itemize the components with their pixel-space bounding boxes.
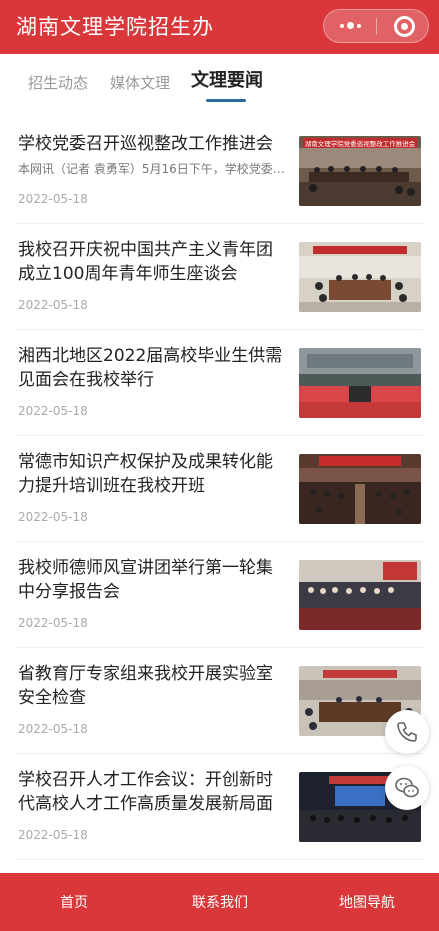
bottom-navigation: 首页 联系我们 地图导航 xyxy=(0,873,439,931)
news-item[interactable]: 湘西北地区2022届高校毕业生供需见面会在我校举行 2022-05-18 xyxy=(16,330,423,436)
news-item[interactable]: 我校召开庆祝中国共产主义青年团成立100周年青年师生座谈会 2022-05-18 xyxy=(16,224,423,330)
news-item[interactable]: 省教育厅专家组来我校开展实验室安全检查 2022-05-18 xyxy=(16,648,423,754)
news-title: 省教育厅专家组来我校开展实验室安全检查 xyxy=(18,664,273,708)
nav-contact-us[interactable]: 联系我们 xyxy=(192,893,248,913)
chat-bubble-icon xyxy=(395,777,419,798)
news-item[interactable]: 我校师德师风宣讲团举行第一轮集中分享报告会 2022-05-18 xyxy=(16,542,423,648)
news-title: 湘西北地区2022届高校毕业生供需见面会在我校举行 xyxy=(18,346,283,390)
news-date: 2022-05-18 xyxy=(18,192,88,206)
news-title: 我校师德师风宣讲团举行第一轮集中分享报告会 xyxy=(18,558,273,602)
news-date: 2022-05-18 xyxy=(18,298,88,312)
news-thumbnail xyxy=(299,560,421,630)
top-app-bar: 湖南文理学院招生办 xyxy=(0,0,439,54)
news-title: 我校召开庆祝中国共产主义青年团成立100周年青年师生座谈会 xyxy=(18,240,273,284)
capsule-divider xyxy=(376,18,377,35)
news-date: 2022-05-18 xyxy=(18,828,88,842)
close-miniprogram-icon[interactable] xyxy=(394,16,415,37)
news-title: 学校党委召开巡视整改工作推进会 xyxy=(18,134,273,154)
news-date: 2022-05-18 xyxy=(18,404,88,418)
news-thumbnail xyxy=(299,348,421,418)
news-thumbnail xyxy=(299,242,421,312)
news-thumbnail xyxy=(299,454,421,524)
app-title: 湖南文理学院招生办 xyxy=(16,15,214,39)
category-tabs: 招生动态 媒体文理 文理要闻 xyxy=(0,54,439,118)
tab-media[interactable]: 媒体文理 xyxy=(110,72,170,94)
news-title: 学校召开人才工作会议：开创新时代高校人才工作高质量发展新局面 xyxy=(18,770,273,814)
news-title: 常德市知识产权保护及成果转化能力提升培训班在我校开班 xyxy=(18,452,273,496)
news-item[interactable]: 常德市知识产权保护及成果转化能力提升培训班在我校开班 2022-05-18 xyxy=(16,436,423,542)
thumbnail-banner-text: 湖南文理学院党委巡视整改工作推进会 xyxy=(305,139,416,148)
nav-map-navigation[interactable]: 地图导航 xyxy=(339,893,395,913)
miniprogram-capsule xyxy=(323,9,429,43)
news-date: 2022-05-18 xyxy=(18,722,88,736)
news-date: 2022-05-18 xyxy=(18,510,88,524)
nav-home[interactable]: 首页 xyxy=(60,893,88,913)
active-tab-indicator xyxy=(206,99,246,102)
phone-call-button[interactable] xyxy=(385,710,429,754)
more-options-icon[interactable] xyxy=(324,10,376,42)
phone-icon xyxy=(397,722,417,742)
tab-admission-news[interactable]: 招生动态 xyxy=(28,72,88,94)
tab-headlines[interactable]: 文理要闻 xyxy=(191,70,263,92)
news-date: 2022-05-18 xyxy=(18,616,88,630)
wechat-service-button[interactable] xyxy=(385,766,429,810)
news-item[interactable]: 学校党委召开巡视整改工作推进会 本网讯（记者 袁勇军）5月16日下午，学校党委…… xyxy=(16,118,423,224)
news-item[interactable]: 学校召开人才工作会议：开创新时代高校人才工作高质量发展新局面 2022-05-1… xyxy=(16,754,423,860)
news-summary: 本网讯（记者 袁勇军）5月16日下午，学校党委… xyxy=(18,162,285,176)
news-thumbnail: 湖南文理学院党委巡视整改工作推进会 xyxy=(299,136,421,206)
